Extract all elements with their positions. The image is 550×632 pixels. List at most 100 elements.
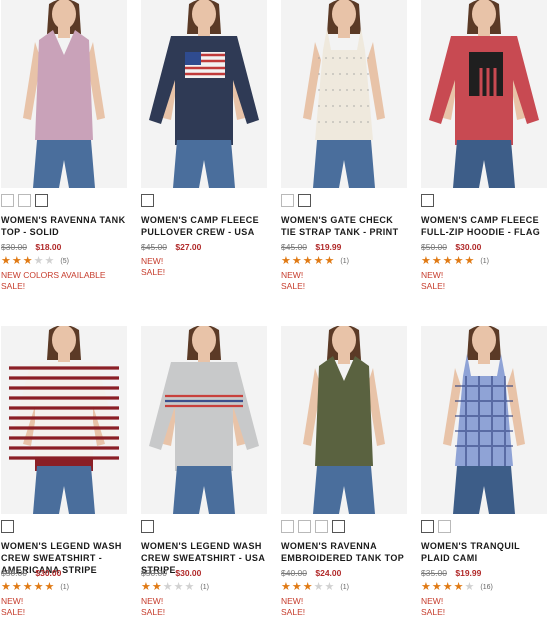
product-card[interactable]: WOMEN'S RAVENNA EMBROIDERED TANK TOP $40…: [281, 326, 409, 618]
color-swatch[interactable]: [35, 194, 48, 207]
star-icon: ★: [33, 580, 44, 593]
product-card[interactable]: WOMEN'S CAMP FLEECE FULL-ZIP HOODIE - FL…: [421, 0, 549, 292]
star-icon: ★: [453, 580, 464, 593]
color-swatches: [1, 194, 129, 207]
color-swatch[interactable]: [421, 194, 434, 207]
star-rating[interactable]: ★ ★ ★ ★ ★ (1): [1, 581, 129, 593]
star-rating[interactable]: ★ ★ ★ ★ ★ (5): [1, 255, 129, 267]
star-icon: ★: [162, 580, 173, 593]
product-card[interactable]: WOMEN'S LEGEND WASH CREW SWEATSHIRT - AM…: [1, 326, 129, 618]
sale-price: $30.00: [175, 568, 202, 578]
product-card[interactable]: WOMEN'S TRANQUIL PLAID CAMI $35.00 $19.9…: [421, 326, 549, 618]
promo-flag: NEW!: [141, 256, 164, 266]
color-swatch[interactable]: [298, 194, 311, 207]
promo-flag: NEW!: [281, 596, 304, 606]
product-title[interactable]: WOMEN'S CAMP FLEECE PULLOVER CREW - USA: [141, 214, 269, 238]
star-icon: ★: [184, 580, 195, 593]
color-swatch[interactable]: [141, 194, 154, 207]
promo-flag: SALE!: [1, 281, 26, 291]
product-card[interactable]: WOMEN'S LEGEND WASH CREW SWEATSHIRT - US…: [141, 326, 269, 618]
product-image[interactable]: [281, 326, 407, 514]
color-swatch[interactable]: [315, 520, 328, 533]
star-icon: ★: [141, 580, 151, 593]
original-price: $30.00: [1, 242, 27, 252]
color-swatches: [421, 520, 549, 533]
promo-flags: NEW COLORS AVAILABLE SALE!: [1, 270, 129, 292]
star-rating[interactable]: ★ ★ ★ ★ ★ (1): [141, 581, 269, 593]
star-icon: ★: [11, 580, 22, 593]
price-row: $30.00 $18.00: [1, 242, 129, 253]
color-swatch[interactable]: [1, 520, 14, 533]
promo-flag: NEW!: [421, 270, 444, 280]
promo-flag: SALE!: [421, 281, 446, 291]
color-swatch[interactable]: [298, 520, 311, 533]
color-swatch[interactable]: [1, 194, 14, 207]
promo-flag: SALE!: [281, 607, 306, 617]
star-icon: ★: [281, 254, 291, 267]
product-image[interactable]: [1, 326, 127, 514]
product-image[interactable]: [281, 0, 407, 188]
product-title[interactable]: WOMEN'S CAMP FLEECE FULL-ZIP HOODIE - FL…: [421, 214, 549, 238]
color-swatch[interactable]: [18, 194, 31, 207]
promo-flags: NEW! SALE!: [281, 596, 409, 618]
star-icon: ★: [151, 580, 162, 593]
product-title[interactable]: WOMEN'S RAVENNA EMBROIDERED TANK TOP: [281, 540, 409, 564]
star-icon: ★: [453, 254, 464, 267]
product-image[interactable]: [1, 0, 127, 188]
original-price: $50.00: [141, 568, 167, 578]
star-icon: ★: [302, 580, 313, 593]
color-swatches: [421, 194, 549, 207]
color-swatch[interactable]: [281, 520, 294, 533]
product-title[interactable]: WOMEN'S LEGEND WASH CREW SWEATSHIRT - US…: [141, 540, 269, 575]
original-price: $50.00: [421, 242, 447, 252]
product-card[interactable]: WOMEN'S GATE CHECK TIE STRAP TANK - PRIN…: [281, 0, 409, 292]
promo-flag: SALE!: [281, 281, 306, 291]
product-title[interactable]: WOMEN'S RAVENNA TANK TOP - SOLID: [1, 214, 129, 238]
product-card[interactable]: WOMEN'S RAVENNA TANK TOP - SOLID $30.00 …: [1, 0, 129, 292]
product-image[interactable]: [421, 0, 547, 188]
promo-flag: NEW!: [141, 596, 164, 606]
color-swatch[interactable]: [438, 520, 451, 533]
product-title[interactable]: WOMEN'S GATE CHECK TIE STRAP TANK - PRIN…: [281, 214, 409, 238]
star-icon: ★: [431, 254, 442, 267]
sale-price: $19.99: [455, 568, 482, 578]
star-icon: ★: [313, 580, 324, 593]
promo-flags: NEW! SALE!: [281, 270, 409, 292]
product-image[interactable]: [421, 326, 547, 514]
original-price: $45.00: [141, 242, 167, 252]
color-swatch[interactable]: [332, 520, 345, 533]
color-swatch[interactable]: [141, 520, 154, 533]
star-icon: ★: [421, 254, 431, 267]
star-icon: ★: [44, 254, 55, 267]
product-grid: WOMEN'S RAVENNA TANK TOP - SOLID $30.00 …: [0, 0, 550, 632]
star-rating[interactable]: ★ ★ ★ ★ ★ (1): [421, 255, 549, 267]
star-icon: ★: [421, 580, 431, 593]
product-image[interactable]: [141, 0, 267, 188]
star-icon: ★: [291, 580, 302, 593]
star-icon: ★: [22, 254, 33, 267]
star-icon: ★: [431, 580, 442, 593]
price-row: $50.00 $30.00: [141, 568, 269, 579]
price-row: $40.00 $24.00: [281, 568, 409, 579]
product-title[interactable]: WOMEN'S LEGEND WASH CREW SWEATSHIRT - AM…: [1, 540, 129, 575]
star-icon: ★: [22, 580, 33, 593]
sale-price: $27.00: [175, 242, 202, 252]
review-count: (16): [480, 583, 493, 591]
star-icon: ★: [173, 580, 184, 593]
color-swatch[interactable]: [281, 194, 294, 207]
color-swatch[interactable]: [421, 520, 434, 533]
color-swatches: [1, 520, 129, 533]
product-card[interactable]: WOMEN'S CAMP FLEECE PULLOVER CREW - USA …: [141, 0, 269, 278]
star-rating[interactable]: ★ ★ ★ ★ ★ (1): [281, 581, 409, 593]
star-rating[interactable]: ★ ★ ★ ★ ★ (16): [421, 581, 549, 593]
promo-flag: SALE!: [421, 607, 446, 617]
promo-flag: NEW COLORS AVAILABLE: [1, 270, 106, 280]
original-price: $40.00: [281, 568, 307, 578]
product-title[interactable]: WOMEN'S TRANQUIL PLAID CAMI: [421, 540, 549, 564]
star-icon: ★: [324, 580, 335, 593]
original-price: $50.00: [1, 568, 27, 578]
star-rating[interactable]: ★ ★ ★ ★ ★ (1): [281, 255, 409, 267]
product-image[interactable]: [141, 326, 267, 514]
star-icon: ★: [281, 580, 291, 593]
color-swatches: [141, 520, 269, 533]
